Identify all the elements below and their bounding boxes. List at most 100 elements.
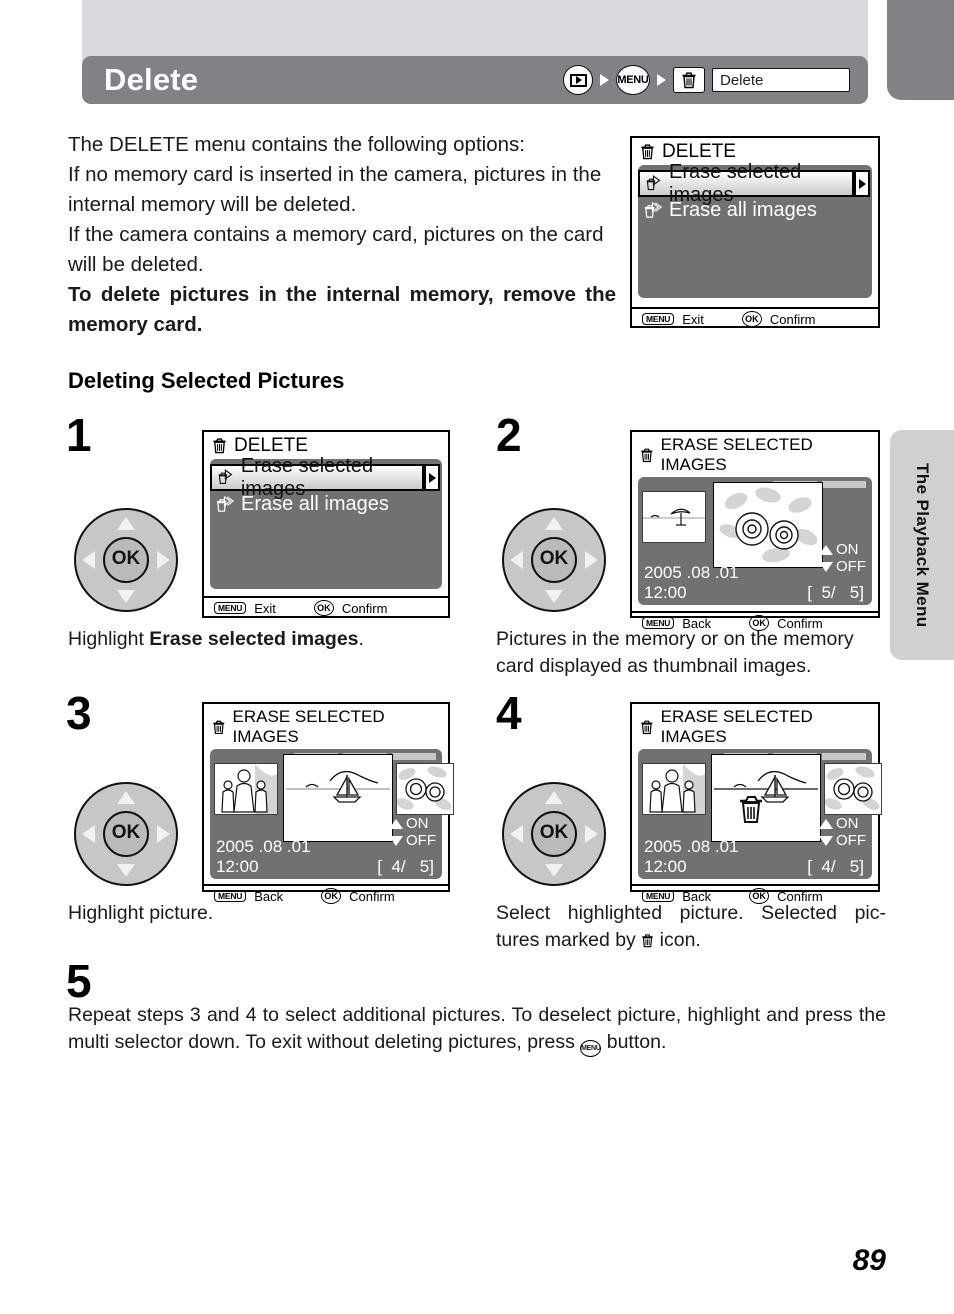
counter-current: 4/ — [821, 857, 836, 876]
thumbnail-flowers[interactable] — [824, 763, 882, 815]
trash-icon — [641, 930, 654, 957]
menu-item-erase-selected-images[interactable]: Erase selected images — [638, 161, 870, 206]
delete-menu-screen: DELETE Erase selected images Erase all i… — [630, 136, 880, 328]
step-1-caption-bold: Erase selected images — [149, 628, 359, 650]
on-off-indicator: ON OFF — [389, 815, 436, 849]
flowers-scene-icon — [397, 764, 453, 814]
multi-selector-step-3[interactable]: OK — [74, 782, 178, 886]
frame-counter: [ 5/ 5] — [807, 583, 864, 602]
step-number-4: 4 — [496, 687, 522, 739]
intro-line-4: To delete pictures in the internal memor… — [68, 283, 616, 336]
on-row: ON — [819, 815, 866, 832]
on-label: ON — [406, 815, 429, 832]
on-off-indicator: ON OFF — [819, 815, 866, 849]
lcd-thumbnail-body: ON OFF 2005 .08 .01 12:00 [ 4/ 5] — [210, 749, 454, 879]
arrow-up-icon[interactable] — [545, 517, 563, 530]
step-4-caption: Select highlighted picture. Selected pic… — [496, 900, 886, 957]
arrow-right-icon[interactable] — [157, 825, 170, 843]
trash-glyph — [682, 71, 696, 88]
counter-total: 5 — [419, 857, 430, 876]
counter-total: 5 — [849, 583, 860, 602]
counter-total: 5 — [849, 857, 860, 876]
intro-line-3: If the camera contains a memory card, pi… — [68, 223, 604, 276]
sailboat-scene-icon — [286, 757, 390, 839]
breadcrumb-target: Delete — [712, 68, 850, 92]
off-label: OFF — [836, 832, 866, 849]
time-value: 12:00 — [216, 857, 259, 876]
arrow-left-icon[interactable] — [510, 825, 523, 843]
ok-badge-icon: OK — [313, 600, 334, 616]
lcd-footer: MENU Exit OK Confirm — [204, 596, 448, 618]
thumbnail-flowers[interactable] — [396, 763, 454, 815]
date-value: 2005 .08 .01 — [216, 837, 311, 856]
trash-icon — [213, 720, 225, 734]
flowers-scene-icon — [716, 485, 820, 565]
lcd-title-label: ERASE SELECTED IMAGES — [660, 435, 813, 474]
step-4-caption-line-2-post: icon. — [654, 929, 701, 951]
arrow-right-icon[interactable] — [585, 825, 598, 843]
arrow-up-icon[interactable] — [117, 791, 135, 804]
ok-button[interactable]: OK — [531, 537, 577, 583]
step-3-erase-screen: ERASE SELECTED IMAGES ON OFF 2005 .08 .0… — [202, 702, 454, 904]
ok-button[interactable]: OK — [103, 811, 149, 857]
lcd-thumbnail-body: ON OFF 2005 .08 .01 12:00 [ 5/ 5] — [638, 477, 872, 605]
footer-menu-label: Exit — [682, 311, 704, 327]
lcd-footer: MENU Exit OK Confirm — [632, 307, 878, 329]
triangle-down-icon — [819, 561, 833, 572]
time-value: 12:00 — [644, 583, 687, 602]
trash-icon — [641, 144, 654, 160]
thumbnail-family[interactable] — [642, 763, 706, 815]
on-label: ON — [836, 815, 859, 832]
step-4-caption-line-1: Select highlighted picture. Selected pic… — [496, 902, 886, 924]
thumbnail-flowers-selected[interactable] — [713, 482, 823, 568]
date-time-readout: 2005 .08 .01 12:00 — [644, 563, 739, 603]
date-time-readout: 2005 .08 .01 12:00 — [644, 837, 739, 877]
off-row: OFF — [819, 832, 866, 849]
arrow-up-icon[interactable] — [117, 517, 135, 530]
step-1-caption-lead: Highlight — [68, 628, 150, 650]
arrow-down-icon[interactable] — [117, 590, 135, 603]
footer-menu-label: Exit — [254, 600, 276, 616]
thumbnail-sailboat-selected[interactable] — [283, 754, 393, 842]
date-value: 2005 .08 .01 — [644, 563, 739, 582]
arrow-right-icon[interactable] — [157, 551, 170, 569]
trash-icon — [213, 438, 226, 454]
lcd-menu-body: Erase selected images Erase all images — [638, 161, 872, 298]
arrow-right-icon[interactable] — [585, 551, 598, 569]
family-scene-icon — [215, 764, 277, 814]
multi-selector-step-1[interactable]: OK — [74, 508, 178, 612]
menu-item-erase-selected-images[interactable]: Erase selected images — [210, 455, 440, 500]
menu-button-icon[interactable]: MENU — [616, 65, 650, 95]
arrow-down-icon[interactable] — [117, 864, 135, 877]
playback-icon[interactable] — [563, 65, 593, 95]
ok-button[interactable]: OK — [103, 537, 149, 583]
arrow-up-icon[interactable] — [545, 791, 563, 804]
multi-selector-step-2[interactable]: OK — [502, 508, 606, 612]
on-off-indicator: ON OFF — [819, 541, 866, 575]
on-row: ON — [389, 815, 436, 832]
thumbnail-beach[interactable] — [642, 491, 706, 543]
thumbnail-sailboat-marked[interactable] — [711, 754, 821, 842]
triangle-up-icon — [389, 818, 403, 829]
lcd-thumbnail-body: ON OFF 2005 .08 .01 12:00 [ 4/ 5] — [638, 749, 882, 879]
section-heading: Deleting Selected Pictures — [68, 368, 345, 393]
triangle-up-icon — [819, 818, 833, 829]
multi-selector-step-4[interactable]: OK — [502, 782, 606, 886]
flowers-scene-icon — [825, 764, 881, 814]
chevron-right-icon — [657, 74, 666, 86]
footer-ok-label: Confirm — [769, 311, 816, 327]
page-corner-block — [887, 0, 954, 100]
step-2-erase-screen: ERASE SELECTED IMAGES ON OFF 2005 .08 .0… — [630, 430, 880, 631]
ok-button[interactable]: OK — [531, 811, 577, 857]
page-number: 89 — [852, 1244, 886, 1277]
arrow-left-icon[interactable] — [82, 551, 95, 569]
time-value: 12:00 — [644, 857, 687, 876]
arrow-down-icon[interactable] — [545, 590, 563, 603]
arrow-down-icon[interactable] — [545, 864, 563, 877]
lcd-title-label: ERASE SELECTED IMAGES — [232, 707, 385, 746]
arrow-left-icon[interactable] — [82, 825, 95, 843]
date-time-readout: 2005 .08 .01 12:00 — [216, 837, 311, 877]
thumbnail-family[interactable] — [214, 763, 278, 815]
chevron-right-icon — [600, 74, 609, 86]
arrow-left-icon[interactable] — [510, 551, 523, 569]
